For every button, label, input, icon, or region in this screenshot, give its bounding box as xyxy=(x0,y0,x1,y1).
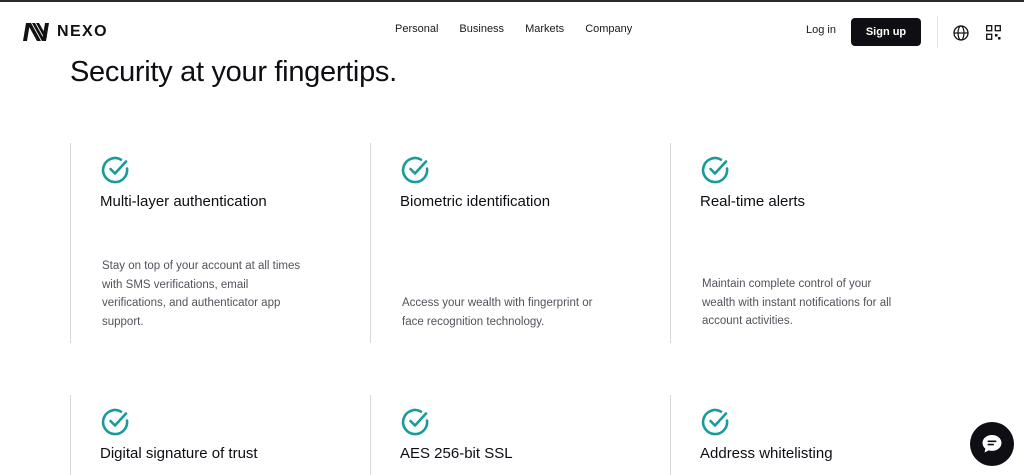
feature-card-biometric-identification: Biometric identification Access your wea… xyxy=(370,143,670,343)
nav-item-business[interactable]: Business xyxy=(459,23,504,35)
feature-description: Access your wealth with fingerprint or f… xyxy=(402,297,593,328)
brand-logo[interactable]: NEXO xyxy=(22,22,108,42)
check-circle-icon xyxy=(401,408,429,436)
feature-title: Biometric identification xyxy=(400,193,551,210)
nav-item-personal[interactable]: Personal xyxy=(395,23,438,35)
feature-title: Real-time alerts xyxy=(700,193,806,210)
signup-button-label: Sign up xyxy=(865,26,907,38)
feature-card-multi-layer-authentication: Multi-layer authentication Stay on top o… xyxy=(70,143,370,343)
feature-description: Stay on top of your account at all times… xyxy=(102,260,301,328)
site-header: NEXO Personal Business Markets Company L… xyxy=(0,2,1024,58)
feature-title: Digital signature of trust xyxy=(100,445,258,462)
qr-code-icon[interactable] xyxy=(986,25,1001,40)
check-circle-icon xyxy=(101,156,129,184)
chat-bubble-icon xyxy=(982,435,1002,453)
nav-item-markets[interactable]: Markets xyxy=(525,23,564,35)
page-title: Security at your fingertips. xyxy=(70,56,397,88)
main-nav: Personal Business Markets Company xyxy=(395,23,653,35)
feature-description: Maintain complete control of your wealth… xyxy=(702,278,892,327)
feature-card-digital-signature: Digital signature of trust xyxy=(70,395,370,475)
check-circle-icon xyxy=(101,408,129,436)
nexo-logo-icon xyxy=(23,23,49,41)
globe-icon[interactable] xyxy=(953,25,969,41)
login-link[interactable]: Log in xyxy=(806,24,836,36)
check-circle-icon xyxy=(701,156,729,184)
feature-card-address-whitelisting: Address whitelisting xyxy=(670,395,970,475)
check-circle-icon xyxy=(401,156,429,184)
feature-title: Address whitelisting xyxy=(700,445,833,462)
feature-card-real-time-alerts: Real-time alerts Maintain complete contr… xyxy=(670,143,970,343)
feature-title: Multi-layer authentication xyxy=(100,193,267,210)
brand-name: NEXO xyxy=(57,23,108,40)
nav-item-company[interactable]: Company xyxy=(585,23,632,35)
header-divider xyxy=(937,16,938,48)
feature-title: AES 256-bit SSL xyxy=(400,445,513,462)
signup-button[interactable]: Sign up xyxy=(851,18,921,46)
check-circle-icon xyxy=(701,408,729,436)
chat-button[interactable] xyxy=(970,422,1014,466)
feature-card-aes-ssl: AES 256-bit SSL xyxy=(370,395,670,475)
